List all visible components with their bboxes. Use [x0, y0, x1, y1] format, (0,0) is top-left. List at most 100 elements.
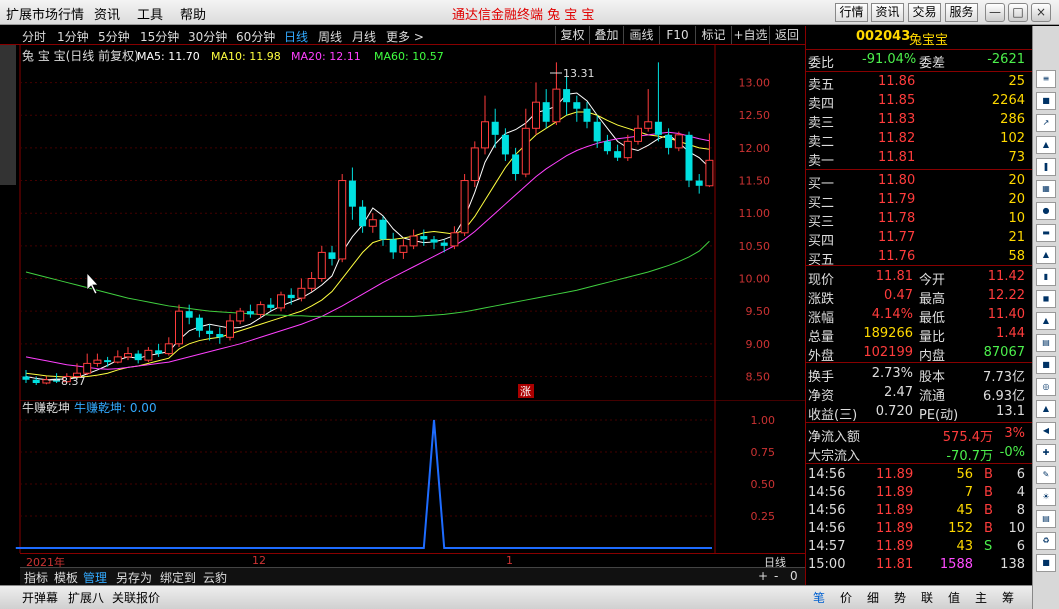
menu-extended-market[interactable]: 扩展市场行情	[6, 4, 84, 23]
chart-tool-icon[interactable]: ▬	[1036, 224, 1056, 242]
ma-legend-1: MA10: 11.98	[211, 50, 281, 63]
chart-tool-icon[interactable]: ♻	[1036, 532, 1056, 550]
tick-volume: 152	[948, 521, 973, 536]
quotes-button[interactable]: 行情	[835, 3, 868, 22]
candle-body	[206, 330, 214, 335]
sell-level-row[interactable]: 卖二 11.82 102	[806, 130, 1033, 150]
chart-tool-icon[interactable]: ▲	[1036, 246, 1056, 264]
fund-label: 股本	[919, 370, 946, 385]
sell-level-row[interactable]: 卖三 11.83 286	[806, 111, 1033, 131]
period-1min[interactable]: 1分钟	[57, 28, 89, 45]
quote-tab-0[interactable]: 笔	[813, 589, 825, 606]
sell-level-row[interactable]: 卖五 11.86 25	[806, 73, 1033, 93]
chart-tool-icon[interactable]: ≡	[1036, 70, 1056, 88]
chart-tool-icon[interactable]: ▮	[1036, 268, 1056, 286]
f10-button[interactable]: F10	[659, 26, 695, 44]
tab-template[interactable]: 模板	[54, 569, 78, 586]
tab-bind-to[interactable]: 绑定到	[160, 569, 196, 586]
menu-news[interactable]: 资讯	[94, 4, 120, 23]
chart-tool-icon[interactable]: ▲	[1036, 136, 1056, 154]
y-tick-label: 11.00	[739, 207, 771, 220]
overlay-button[interactable]: 叠加	[589, 26, 623, 44]
period-5min[interactable]: 5分钟	[98, 28, 130, 45]
menu-tools[interactable]: 工具	[137, 4, 163, 23]
chart-tool-icon[interactable]: ✚	[1036, 444, 1056, 462]
y-tick-label: 10.00	[739, 273, 771, 286]
period-monthly[interactable]: 月线	[352, 28, 376, 45]
sell-level-row[interactable]: 卖四 11.85 2264	[806, 92, 1033, 112]
period-intraday[interactable]: 分时	[22, 28, 46, 45]
quote-tab-4[interactable]: 联	[921, 589, 933, 606]
chart-tool-icon[interactable]: ■	[1036, 356, 1056, 374]
tab-manage[interactable]: 管理	[83, 569, 107, 586]
candle-body	[573, 102, 581, 109]
tab-save-as[interactable]: 另存为	[116, 569, 152, 586]
linked-quote[interactable]: 关联报价	[112, 589, 160, 606]
chart-tool-icon[interactable]: ✎	[1036, 466, 1056, 484]
quote-tab-6[interactable]: 主	[975, 589, 987, 606]
quote-tab-1[interactable]: 价	[840, 589, 852, 606]
candle-body	[563, 89, 571, 103]
fund-value: 0.720	[875, 404, 913, 419]
adjust-button[interactable]: 复权	[555, 26, 589, 44]
candle-body	[603, 141, 611, 152]
period-30min[interactable]: 30分钟	[188, 28, 227, 45]
menu-help[interactable]: 帮助	[180, 4, 206, 23]
zoom-out-button[interactable]: -	[774, 569, 778, 583]
add-watchlist-button[interactable]: +自选	[731, 26, 769, 44]
back-button[interactable]: 返回	[769, 26, 804, 44]
quote-tab-3[interactable]: 势	[894, 589, 906, 606]
candle-body	[481, 121, 489, 149]
candle-body	[236, 310, 245, 322]
quote-tab-2[interactable]: 细	[867, 589, 879, 606]
period-60min[interactable]: 60分钟	[236, 28, 275, 45]
extend-eight[interactable]: 扩展八	[68, 589, 104, 606]
mark-button[interactable]: 标记	[695, 26, 731, 44]
danmu-toggle[interactable]: 开弹幕	[22, 589, 58, 606]
chart-tool-icon[interactable]: ●	[1036, 202, 1056, 220]
chart-tool-icon[interactable]: ◼	[1036, 290, 1056, 308]
period-more[interactable]: 更多 >	[386, 28, 424, 45]
quote-tab-5[interactable]: 值	[948, 589, 960, 606]
period-daily[interactable]: 日线	[284, 28, 308, 45]
chart-tool-icon[interactable]: ▤	[1036, 334, 1056, 352]
chart-tool-icon[interactable]: ■	[1036, 554, 1056, 572]
maximize-icon[interactable]: □	[1008, 3, 1028, 22]
period-weekly[interactable]: 周线	[318, 28, 342, 45]
news-button[interactable]: 资讯	[871, 3, 904, 22]
indicator-chart[interactable]: 1.00 0.75 0.50 0.25 牛赚乾坤 牛赚乾坤: 0.00	[0, 400, 805, 553]
tick-volume: 7	[964, 485, 973, 500]
quote-panel: 002043 兔宝宝 委比 -91.04% 委差 -2621 卖五 11.86 25…	[805, 26, 1033, 585]
tab-indicator[interactable]: 指标	[24, 569, 48, 586]
sell-level-row[interactable]: 卖一 11.81 73	[806, 149, 1033, 169]
tab-cloud[interactable]: 云豹	[203, 569, 227, 586]
draw-button[interactable]: 画线	[623, 26, 659, 44]
trade-button[interactable]: 交易	[908, 3, 941, 22]
buy-level-row[interactable]: 买三 11.78 10	[806, 210, 1033, 230]
chart-tool-icon[interactable]: ☀	[1036, 488, 1056, 506]
zoom-in-button[interactable]: +	[758, 569, 768, 583]
chart-tool-icon[interactable]: ◀	[1036, 422, 1056, 440]
weicha-label: 委差	[919, 56, 946, 71]
ma-legend-3: MA60: 10.57	[374, 50, 444, 63]
service-button[interactable]: 服务	[945, 3, 978, 22]
chart-tool-icon[interactable]: ▦	[1036, 180, 1056, 198]
weicha-value: -2621	[987, 52, 1025, 67]
chart-tool-icon[interactable]: ▲	[1036, 312, 1056, 330]
period-15min[interactable]: 15分钟	[140, 28, 179, 45]
minimize-icon[interactable]: —	[985, 3, 1005, 22]
candle-body	[317, 251, 326, 280]
quote-tab-7[interactable]: 筹	[1002, 589, 1014, 606]
kline-chart[interactable]: 13.00 12.50 12.00 11.50 11.00 10.50 10.00 9.50 9…	[0, 45, 805, 400]
buy-level-row[interactable]: 买一 11.80 20	[806, 172, 1033, 192]
zoom-reset-button[interactable]: 0	[790, 569, 798, 583]
buy-level-row[interactable]: 买四 11.77 21	[806, 229, 1033, 249]
chart-tool-icon[interactable]: ↗	[1036, 114, 1056, 132]
buy-level-row[interactable]: 买二 11.79 20	[806, 191, 1033, 211]
chart-tool-icon[interactable]: ▤	[1036, 510, 1056, 528]
chart-tool-icon[interactable]: ❚	[1036, 158, 1056, 176]
chart-tool-icon[interactable]: ▲	[1036, 400, 1056, 418]
chart-tool-icon[interactable]: ■	[1036, 92, 1056, 110]
close-icon[interactable]: ×	[1031, 3, 1051, 22]
chart-tool-icon[interactable]: ◎	[1036, 378, 1056, 396]
